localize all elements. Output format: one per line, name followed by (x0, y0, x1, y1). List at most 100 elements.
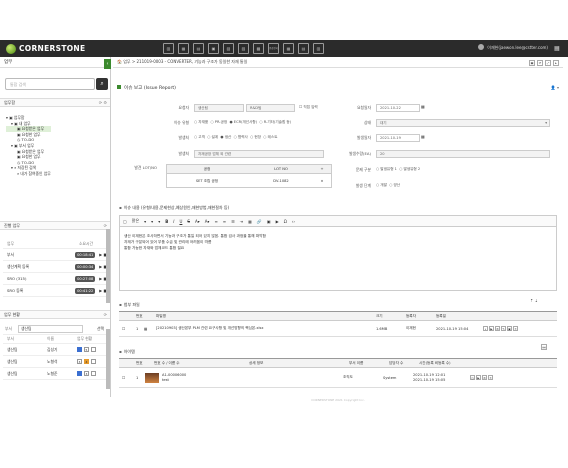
logo-icon (6, 43, 16, 54)
menu-icon-5[interactable]: ▧ (223, 43, 234, 54)
direct-input-check[interactable]: ☐ 직접 입력 (299, 105, 318, 110)
left-title: 업무 (4, 60, 13, 65)
page-title: 이슈 보고 (Issue Report) (117, 85, 176, 91)
status-select[interactable]: 대기 ▾ (376, 119, 550, 127)
occur-place-field[interactable]: 자재공장 업체 외 관련 (194, 150, 324, 158)
menu-icon-7[interactable]: ▩ (253, 43, 264, 54)
video-icon[interactable]: ▶ (276, 219, 279, 224)
status-table: 부서 생산팀 선택 부서 이름 업무 현황 생산팀 김성기 5 생산팀 노형석 3 4 생산팀 노형… (3, 323, 107, 380)
title-tools[interactable]: 👤 ▾ (551, 85, 559, 90)
occur-options[interactable]: ○ 고객 ○ 설계 ● 생산 ○ 협력사 ○ 현장 ○ 테스트 (194, 135, 278, 140)
running-row[interactable]: 생산계획 등록 00:00:34 ▶ ■ (3, 261, 107, 273)
items-label: 아이템 (119, 349, 135, 355)
menu-icon-1[interactable]: ▥ (163, 43, 174, 54)
table-icon[interactable]: ▦ (248, 219, 252, 224)
issue-type-label: 이슈 유형 (173, 120, 189, 125)
select-button[interactable]: 선택 (97, 326, 104, 332)
avatar (478, 44, 485, 50)
highlight-button[interactable]: A▾ (205, 219, 210, 224)
menu-icon-3[interactable]: ▤ (193, 43, 204, 54)
menu-icon-2[interactable]: ▦ (178, 43, 189, 54)
code-view-icon[interactable]: ‹› (292, 219, 295, 224)
remove-lot-button[interactable]: × (315, 179, 329, 183)
req-date-field[interactable]: 2021-10-22 (376, 104, 420, 112)
section-running[interactable]: 진행 업무 ⟳ (0, 221, 110, 230)
stage-options[interactable]: ○ 개발 ○ 양산 (376, 183, 400, 188)
calendar-icon[interactable]: ▦ (421, 104, 425, 109)
occur-qty-field[interactable]: 20 (376, 150, 550, 158)
breadcrumb: 🏠 업무 > 211019-0003 - CONVERTER, 기능과 구조가 … (113, 57, 563, 68)
items-table: 번호 번호 수 / 이름 수 상세 정보 부서 이름 담당자 수 시간(등록 비등록 수)… (119, 358, 557, 388)
apps-grid-icon[interactable]: ▦ (554, 45, 561, 52)
menu-icon-4[interactable]: ▣ (208, 43, 219, 54)
refresh-icon[interactable]: ⟳ (537, 60, 543, 66)
expand-icon[interactable]: ⤢ (545, 60, 551, 66)
requester2-field[interactable]: R&D팀 (246, 104, 295, 112)
status-row[interactable]: 생산팀 노형준 3 (3, 368, 107, 380)
add-lot-button[interactable]: + (315, 167, 329, 171)
class-label: 문제 구분 (355, 167, 371, 172)
calendar-icon[interactable]: ▦ (421, 134, 425, 139)
editor-body[interactable]: 생산 이재헌은 조사하면서 기능과 구조가 통일 되어 있지 않음. 통합 검사… (120, 227, 556, 257)
item-thumbnail (145, 372, 159, 383)
running-row[interactable]: SRO (315) 00:27:08 ▶ ■ (3, 273, 107, 285)
lot-label: 발견 LOT/NO (134, 165, 157, 170)
special-char-icon[interactable]: Ω (284, 219, 287, 224)
issue-type-options[interactable]: ○ 자재품 ○ PR-공정 ● ECR(개선사항) ○ R-기타(기술힙 등) (194, 120, 291, 125)
running-row[interactable]: 부서 00:18:41 ▶ ■ (3, 249, 107, 261)
underline-button[interactable]: U (179, 219, 182, 224)
footer: CORNERSTONE 2021 Copyright Inc. (311, 398, 365, 402)
attach-table: 번호 파일명 크기 등록자 등록일 ☐ 1 ▦ [20210903] 생산본부 PLM 관련 … (119, 311, 557, 337)
tree-item-participating[interactable]: ⌕ 내가 참여중인 업무 (6, 171, 51, 177)
link-icon[interactable]: 🔗 (257, 219, 262, 224)
font-color-button[interactable]: A▾ (195, 219, 200, 224)
requester-field[interactable]: 생산팀 (194, 104, 244, 112)
image-icon[interactable]: ▣ (267, 219, 271, 224)
content-editor[interactable]: ▢ 맑은 ▾ ▾ ▾ B I U S A▾ A▾ ≡ ≡ ☰ ⇥ ▦ 🔗 ▣ ▶ Ω ‹› 생산 이재헌은 조사하면… (119, 215, 557, 291)
strike-button[interactable]: S (187, 219, 190, 224)
user-info[interactable]: 이재헌(jaewon.lee@cstter.com) (478, 44, 548, 51)
search-icon[interactable]: ⌕ (96, 78, 108, 90)
search-input[interactable]: 통합 검색 (5, 78, 95, 90)
save-icon[interactable]: ▣ (529, 60, 535, 66)
scrollbar[interactable] (106, 229, 110, 303)
bold-button[interactable]: B (165, 219, 168, 224)
pin-icon[interactable]: ▸ (553, 60, 559, 66)
new-doc-icon[interactable]: ▢ (123, 219, 127, 224)
class-options[interactable]: ○ 발생유형 1 ○ 발생유형 2 (376, 167, 420, 172)
top-navbar: CORNERSTONE ▥ ▦ ▤ ▣ ▧ ▨ ▩ 변경관리 ▦ ▤ ▥ 이재헌(jaewon.le… (0, 40, 568, 57)
link-item-icon[interactable]: ⚯ (541, 344, 547, 350)
menu-icon-9[interactable]: ▦ (283, 43, 294, 54)
collapse-panel-button[interactable]: ‹ (104, 59, 111, 69)
lot-row[interactable]: SET 조립 공정 DV-1082 × (167, 174, 331, 188)
occur-date-field[interactable]: 2021-10-19 (376, 134, 420, 142)
menu-icon-10[interactable]: ▤ (298, 43, 309, 54)
dept-filter[interactable]: 생산팀 (18, 324, 83, 333)
menu-change-mgmt[interactable]: 변경관리 (268, 43, 279, 54)
scrollbar[interactable] (106, 329, 110, 389)
align-left-icon[interactable]: ≡ (214, 219, 217, 224)
align-center-icon[interactable]: ≡ (223, 219, 226, 224)
left-header: 업무 (0, 57, 110, 68)
editor-toolbar: ▢ 맑은 ▾ ▾ ▾ B I U S A▾ A▾ ≡ ≡ ☰ ⇥ ▦ 🔗 ▣ ▶ Ω ‹› (120, 216, 556, 227)
indent-icon[interactable]: ⇥ (240, 219, 243, 224)
italic-button[interactable]: I (173, 219, 174, 224)
status-label: 상태 (364, 120, 371, 125)
menu-icon-6[interactable]: ▨ (238, 43, 249, 54)
status-row[interactable]: 생산팀 김성기 5 (3, 344, 107, 356)
menu-icon-11[interactable]: ▥ (313, 43, 324, 54)
attach-row[interactable]: ☐ 1 ▦ [20210903] 생산본부 PLM 관련 요구사항 및 개선방향의 핵… (119, 321, 557, 337)
running-row[interactable]: SRO 등록 00:41:22 ▶ ■ (3, 285, 107, 297)
logo-text: CORNERSTONE (19, 44, 86, 53)
upload-icon[interactable]: ⇡ ⇣ (530, 298, 538, 303)
section-workbox[interactable]: 업무함 ⟳ ⚙ (0, 98, 110, 107)
req-date-label: 요청일자 (357, 105, 371, 110)
font-select[interactable]: 맑은 (132, 218, 139, 224)
section-status[interactable]: 업무 현황 ⟳ (0, 310, 110, 319)
status-row[interactable]: 생산팀 노형석 3 4 (3, 356, 107, 368)
item-row[interactable]: ☐ 1 A1-00006000 test 조직도 System 2021-10-19 12:… (119, 368, 557, 388)
breadcrumb-tools: ▣ ⟳ ⤢ ▸ (529, 60, 559, 66)
list-icon[interactable]: ☰ (231, 219, 235, 224)
lot-table: 공정 LOT NO + SET 조립 공정 DV-1082 × (166, 164, 332, 188)
logo[interactable]: CORNERSTONE (6, 43, 86, 54)
